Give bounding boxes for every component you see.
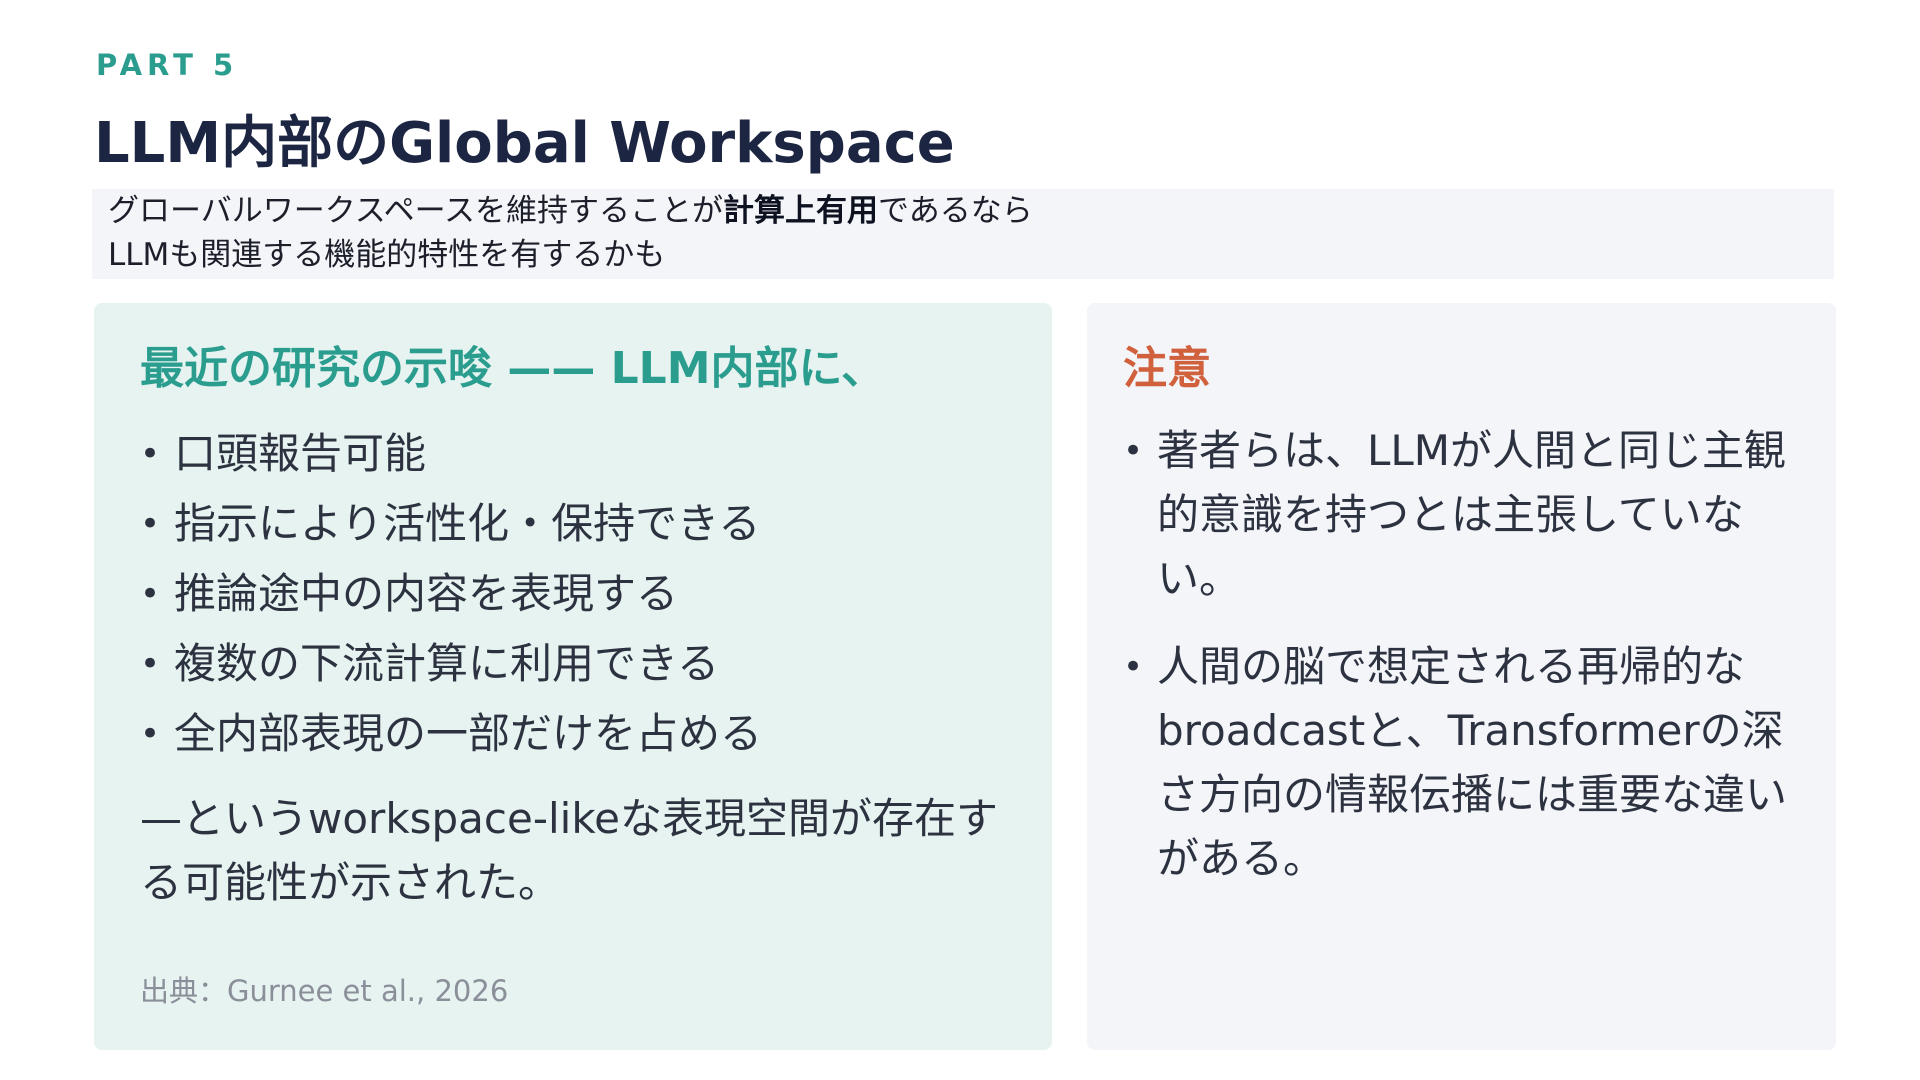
bullet-text: 複数の下流計算に利用できる [174, 639, 720, 688]
note-text: 著者らは、LLMが人間と同じ主観的意識を持つとは主張していない。 [1157, 426, 1787, 603]
intro-box: グローバルワークスペースを維持することが計算上有用であるなら LLMも関連する機… [92, 189, 1834, 279]
intro-line-2: LLMも関連する機能的特性を有するかも [108, 237, 666, 273]
bullet-text: 全内部表現の一部だけを占める [174, 709, 763, 758]
list-item: • 人間の脳で想定される再帰的なbroadcastと、Transformerの深さ… [1123, 635, 1806, 891]
bullet-icon: • [140, 644, 161, 684]
intro-text: であるなら [878, 193, 1033, 229]
list-item: • 指示により活性化・保持できる [140, 489, 1008, 559]
source-citation: 出典：Gurnee et al., 2026 [140, 974, 509, 1008]
bullet-icon: • [140, 434, 161, 474]
intro-text: グローバルワークスペースを維持することが [108, 193, 724, 229]
caution-heading: 注意 [1123, 343, 1211, 394]
research-bullet-list: • 口頭報告可能 • 指示により活性化・保持できる • 推論途中の内容を表現する • 複… [140, 419, 1008, 769]
intro-emphasis: 計算上有用 [723, 193, 879, 229]
intro-line-1: グローバルワークスペースを維持することが計算上有用であるなら [108, 189, 1834, 233]
research-card: 最近の研究の示唆 —— LLM内部に、 • 口頭報告可能 • 指示により活性化・保持… [94, 303, 1052, 1050]
page-title: LLM内部のGlobal Workspace [94, 111, 955, 176]
list-item: • 著者らは、LLMが人間と同じ主観的意識を持つとは主張していない。 [1123, 419, 1806, 611]
research-summary: —というworkspace-likeな表現空間が存在する可能性が示された。 [140, 794, 999, 907]
list-item: • 口頭報告可能 [140, 419, 1008, 489]
research-heading: 最近の研究の示唆 —— LLM内部に、 [140, 343, 886, 394]
note-text: 人間の脳で想定される再帰的なbroadcastと、Transformerの深さ方… [1157, 642, 1788, 883]
bullet-icon: • [140, 504, 161, 544]
bullet-text: 口頭報告可能 [174, 429, 427, 478]
list-item: • 全内部表現の一部だけを占める [140, 699, 1008, 769]
list-item: • 推論途中の内容を表現する [140, 559, 1008, 629]
caution-card: 注意 • 著者らは、LLMが人間と同じ主観的意識を持つとは主張していない。 • 人間… [1087, 303, 1836, 1050]
bullet-icon: • [140, 714, 161, 754]
bullet-icon: • [140, 574, 161, 614]
bullet-text: 指示により活性化・保持できる [174, 499, 761, 548]
bullet-icon: • [1123, 431, 1144, 471]
bullet-icon: • [1123, 647, 1144, 687]
bullet-text: 推論途中の内容を表現する [174, 569, 679, 618]
caution-note-list: • 著者らは、LLMが人間と同じ主観的意識を持つとは主張していない。 • 人間の脳で… [1123, 419, 1806, 891]
part-label: PART 5 [96, 48, 239, 82]
list-item: • 複数の下流計算に利用できる [140, 629, 1008, 699]
